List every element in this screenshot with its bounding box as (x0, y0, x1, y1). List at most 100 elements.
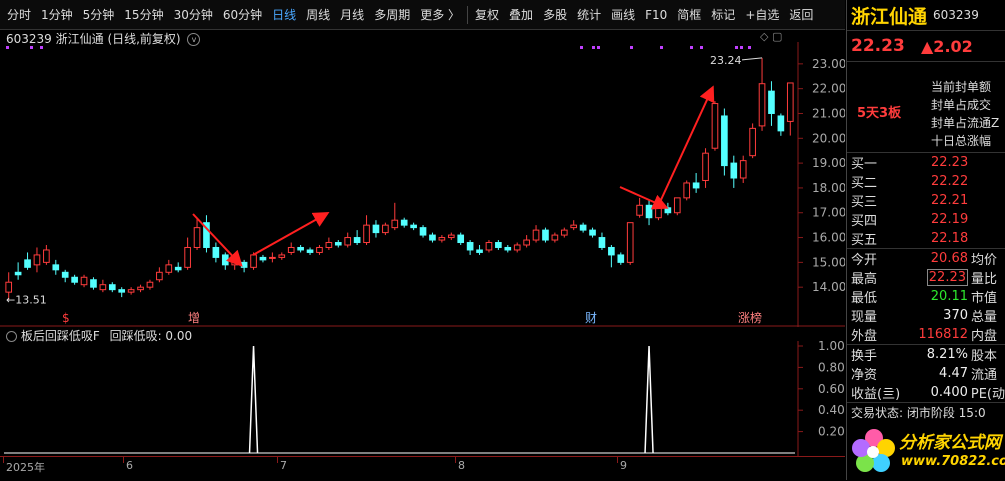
candle[interactable] (617, 252, 625, 265)
period-tab[interactable]: 60分钟 (218, 0, 267, 30)
candle[interactable] (269, 252, 276, 263)
candle[interactable] (683, 180, 691, 201)
toolbar-button[interactable]: 标记 (706, 0, 740, 30)
period-tab[interactable]: 30分钟 (169, 0, 218, 30)
main-candlestick-chart[interactable]: 23.00 22.00 21.00 20.00 19.00 18.00 17.00 16.00… (0, 42, 845, 327)
candle[interactable] (495, 240, 502, 250)
candle[interactable] (287, 242, 295, 255)
period-tab[interactable]: 日线 (267, 0, 301, 30)
candle[interactable] (33, 247, 41, 273)
candle[interactable] (636, 197, 643, 218)
toolbar-button[interactable]: F10 (640, 0, 672, 30)
candle[interactable] (560, 227, 568, 238)
candle[interactable] (363, 215, 370, 245)
candle[interactable] (118, 287, 126, 298)
candle[interactable] (334, 240, 342, 248)
candle[interactable] (598, 232, 606, 250)
candle[interactable] (90, 277, 97, 290)
candle[interactable] (523, 235, 530, 248)
candle[interactable] (52, 259, 60, 275)
candle[interactable] (306, 247, 314, 255)
indicator-chart[interactable]: 1.00 0.80 0.60 0.40 0.20 (0, 341, 845, 456)
toolbar-button[interactable]: 复权 (470, 0, 504, 30)
candle[interactable] (438, 235, 446, 243)
event-marker[interactable]: 财 (585, 311, 597, 325)
candle[interactable] (325, 237, 333, 250)
candle[interactable] (108, 282, 116, 293)
candle[interactable] (768, 81, 775, 126)
candle[interactable] (786, 82, 794, 136)
candle[interactable] (758, 57, 766, 131)
candle[interactable] (278, 252, 286, 260)
candle[interactable] (513, 242, 521, 253)
period-tab[interactable]: 分时 (2, 0, 36, 30)
toolbar-button[interactable]: 返回 (784, 0, 818, 30)
candle[interactable] (570, 220, 578, 231)
candle[interactable] (410, 222, 417, 231)
candle[interactable] (532, 225, 540, 243)
candle[interactable] (645, 200, 653, 226)
candle[interactable] (259, 254, 267, 263)
period-tab[interactable]: 1分钟 (36, 0, 78, 30)
candle[interactable] (353, 230, 361, 245)
candle[interactable] (749, 123, 756, 159)
candle[interactable] (382, 222, 389, 236)
toolbar-button[interactable]: 多股 (538, 0, 572, 30)
candle[interactable] (61, 269, 69, 283)
toolbar-button[interactable]: 画线 (606, 0, 640, 30)
toolbar-button[interactable]: 简框 (672, 0, 706, 30)
candle[interactable] (476, 245, 483, 255)
candle[interactable] (626, 222, 634, 265)
candle[interactable] (504, 245, 512, 253)
period-tab[interactable]: 5分钟 (78, 0, 120, 30)
period-tab[interactable]: 更多 〉 (415, 0, 465, 30)
candle[interactable] (156, 267, 163, 283)
candle[interactable] (419, 225, 427, 238)
candle[interactable] (664, 202, 672, 216)
candle[interactable] (457, 232, 465, 245)
candle[interactable] (589, 227, 596, 238)
event-marker[interactable]: 增 (188, 311, 200, 325)
period-tab[interactable]: 多周期 (369, 0, 415, 30)
candle[interactable] (127, 287, 135, 295)
candle[interactable] (14, 262, 22, 280)
candle[interactable] (71, 274, 78, 285)
toolbar-button[interactable]: 统计 (572, 0, 606, 30)
candle[interactable] (579, 222, 587, 233)
period-tab[interactable]: 15分钟 (119, 0, 168, 30)
candle[interactable] (391, 202, 399, 231)
candle[interactable] (485, 240, 493, 253)
candle[interactable] (174, 262, 182, 273)
candle[interactable] (193, 217, 201, 250)
candle[interactable] (137, 284, 144, 293)
candle[interactable] (212, 242, 220, 263)
candle[interactable] (466, 240, 474, 255)
event-marker[interactable]: $ (62, 311, 70, 325)
candle[interactable] (24, 252, 31, 270)
toolbar-button[interactable]: +自选 (740, 0, 784, 30)
candle[interactable] (551, 232, 559, 243)
candle[interactable] (400, 217, 408, 228)
candle[interactable] (777, 113, 785, 136)
candle[interactable] (99, 279, 107, 293)
toolbar-button[interactable]: 叠加 (504, 0, 538, 30)
candle[interactable] (702, 148, 709, 188)
candle[interactable] (692, 173, 700, 193)
period-tab[interactable]: 周线 (301, 0, 335, 30)
candle[interactable] (673, 197, 681, 216)
candle[interactable] (739, 155, 747, 183)
candle[interactable] (429, 232, 436, 243)
candle[interactable] (80, 274, 88, 288)
candle[interactable] (316, 245, 323, 255)
candle[interactable] (184, 237, 191, 270)
candle[interactable] (165, 259, 173, 275)
candle[interactable] (240, 259, 248, 273)
candle[interactable] (447, 232, 455, 241)
candle[interactable] (344, 232, 352, 248)
event-marker[interactable]: 涨榜 (738, 310, 762, 325)
candle[interactable] (721, 108, 728, 176)
candle[interactable] (542, 227, 549, 243)
candle[interactable] (372, 220, 380, 238)
candle[interactable] (730, 155, 738, 188)
candle[interactable] (203, 215, 210, 253)
